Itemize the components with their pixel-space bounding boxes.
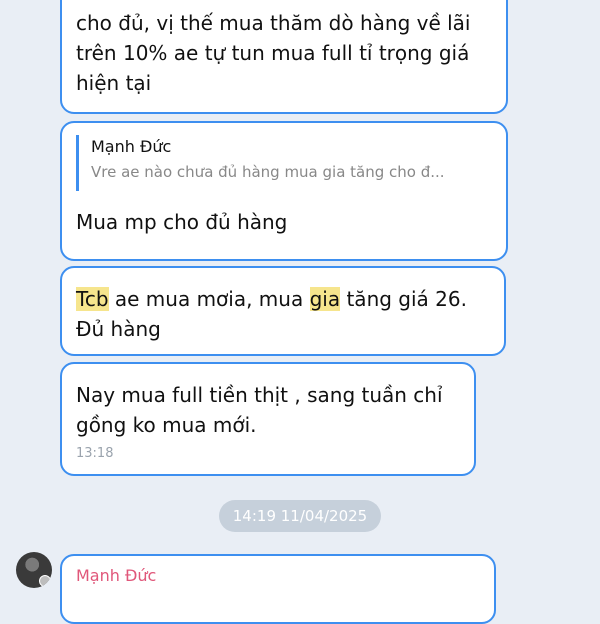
user-avatar[interactable] bbox=[16, 552, 52, 588]
message-fragment: tăng giá 26. bbox=[340, 287, 467, 311]
message-line: trên 10% ae tự tun mua full tỉ trọng giá bbox=[76, 41, 470, 65]
message-text: Mua mp cho đủ hàng bbox=[76, 210, 288, 234]
avatar-badge-icon bbox=[39, 575, 51, 587]
reply-author: Mạnh Đức bbox=[91, 137, 172, 156]
message-bubble[interactable]: cho đủ, vị thế mua thăm dò hàng về lãi t… bbox=[60, 0, 508, 114]
date-separator: 14:19 11/04/2025 bbox=[219, 500, 381, 532]
message-text: Nay mua full tiền thịt , sang tuần chỉ g… bbox=[76, 380, 464, 440]
message-author[interactable]: Mạnh Đức bbox=[76, 566, 156, 585]
message-fragment: ae mua mơia, mua bbox=[108, 287, 310, 311]
message-line: Nay mua full tiền thịt , sang tuần chỉ bbox=[76, 383, 443, 407]
message-line: Đủ hàng bbox=[76, 317, 161, 341]
message-bubble[interactable]: Mạnh Đức Vre ae nào chưa đủ hàng mua gia… bbox=[60, 121, 508, 261]
message-bubble[interactable]: Tcb ae mua mơia, mua gia tăng giá 26. Đủ… bbox=[60, 266, 506, 356]
highlighted-word: Tcb bbox=[76, 287, 109, 311]
message-bubble[interactable]: Nay mua full tiền thịt , sang tuần chỉ g… bbox=[60, 362, 476, 476]
reply-quote[interactable]: Mạnh Đức Vre ae nào chưa đủ hàng mua gia… bbox=[76, 135, 492, 191]
message-text: Tcb ae mua mơia, mua gia tăng giá 26. Đủ… bbox=[76, 284, 494, 344]
reply-snippet: Vre ae nào chưa đủ hàng mua gia tăng cho… bbox=[91, 163, 445, 181]
message-text: cho đủ, vị thế mua thăm dò hàng về lãi t… bbox=[76, 8, 496, 98]
message-bubble[interactable]: Mạnh Đức bbox=[60, 554, 496, 624]
message-line: hiện tại bbox=[76, 71, 152, 95]
message-line: gồng ko mua mới. bbox=[76, 413, 257, 437]
message-line: cho đủ, vị thế mua thăm dò hàng về lãi bbox=[76, 11, 471, 35]
message-time: 13:18 bbox=[76, 446, 114, 461]
highlighted-word: gia bbox=[309, 287, 341, 311]
